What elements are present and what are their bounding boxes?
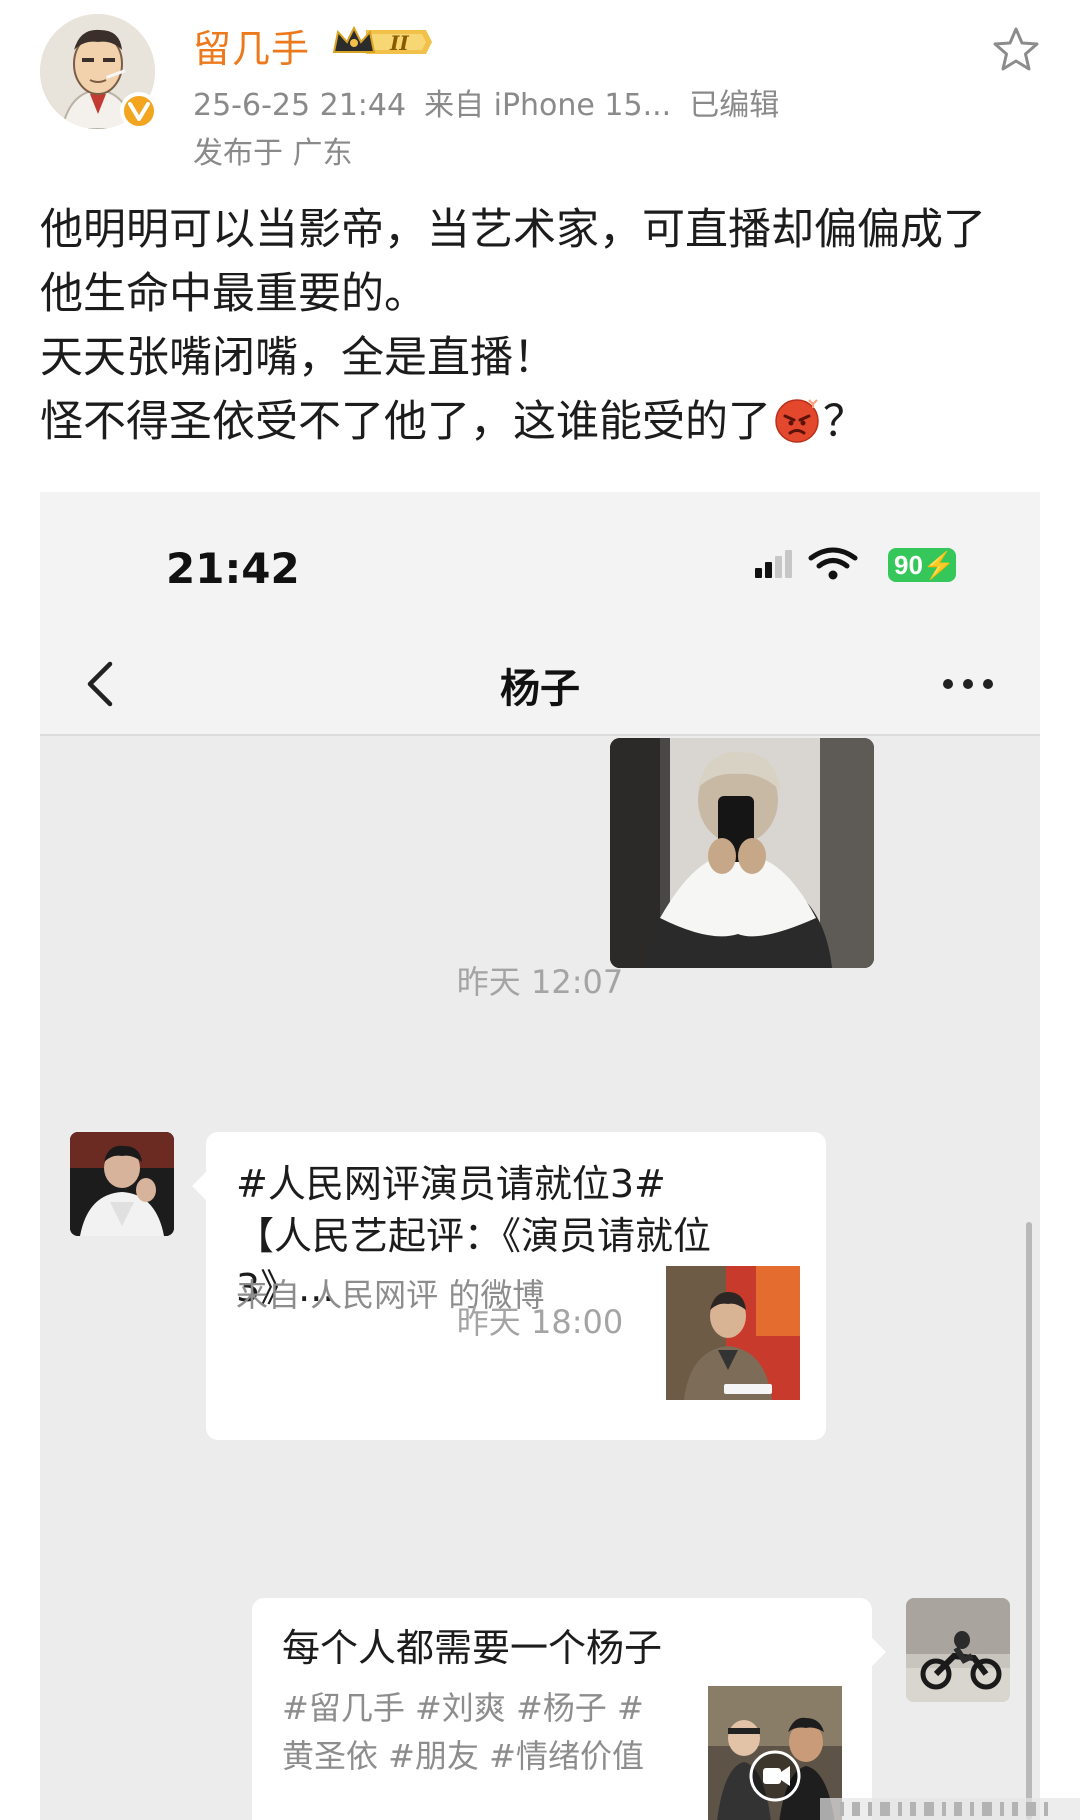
contact-avatar[interactable] [70,1132,174,1236]
post-text-after-emoji: ？ [823,397,866,447]
post-text-line: 他明明可以当影帝，当艺术家，可直播却偏偏成了 [40,205,986,255]
post-source[interactable]: 来自 iPhone 15... [424,88,671,123]
status-clock: 21:42 [166,544,300,593]
author-name[interactable]: 留几手 [193,18,310,73]
shared-video-card[interactable]: 每个人都需要一个杨子 #留几手 #刘爽 #杨子 #黄圣依 #朋友 #情绪价值 [252,1598,886,1820]
post-text-line: 他生命中最重要的。 [40,269,427,319]
edited-label[interactable]: 已编辑 [689,88,779,123]
post-location: 发布于 广东 [193,136,353,171]
level-badge-text: II [389,31,409,55]
post-text-line: 天天张嘴闭嘴，全是直播！ [40,333,556,383]
battery-indicator: 90⚡ [888,548,956,582]
post-text-before-emoji: 怪不得圣依受不了他了，这谁能受的了 [40,397,771,447]
chat-timestamp: 昨天 12:07 [456,963,624,1001]
favorite-star-icon[interactable] [990,24,1042,76]
chat-nav-bar: 杨子 [40,632,1040,736]
crown-level-badge: II [330,22,434,62]
shared-card-tags: #留几手 #刘爽 #杨子 #黄圣依 #朋友 #情绪价值 [282,1689,644,1775]
battery-level: 90 [894,550,923,580]
post-text-line-last: 怪不得圣依受不了他了，这谁能受的了 ？ [40,390,1050,454]
photo-message[interactable] [610,738,874,968]
post-meta: 25-6-25 21:44 来自 iPhone 15... 已编辑 [193,80,797,124]
shared-card-title: 每个人都需要一个杨子 [282,1626,663,1670]
chat-screenshot-image[interactable]: 21:42 90⚡ 杨子 昨天 12:07 #人民网评演员请就位3#【人民艺起评… [40,492,1040,1820]
watermark-bar [820,1790,1080,1820]
scrollbar[interactable] [1026,1222,1032,1820]
angry-face-icon [773,396,821,444]
post-time: 25-6-25 21:44 [193,88,407,123]
chat-title: 杨子 [500,666,580,712]
chat-timestamp: 昨天 18:00 [456,1303,624,1341]
verified-icon [120,92,158,130]
phone-status-bar: 21:42 90⚡ [40,492,1040,632]
my-avatar[interactable] [906,1598,1010,1702]
charging-bolt-icon: ⚡ [922,550,956,580]
post-content: 他明明可以当影帝，当艺术家，可直播却偏偏成了 他生命中最重要的。 天天张嘴闭嘴，… [40,198,1050,454]
more-dots-icon[interactable] [940,672,996,696]
shared-weibo-card[interactable]: #人民网评演员请就位3#【人民艺起评：《演员请就位 3》... 来自 人民网评 … [192,1132,826,1440]
